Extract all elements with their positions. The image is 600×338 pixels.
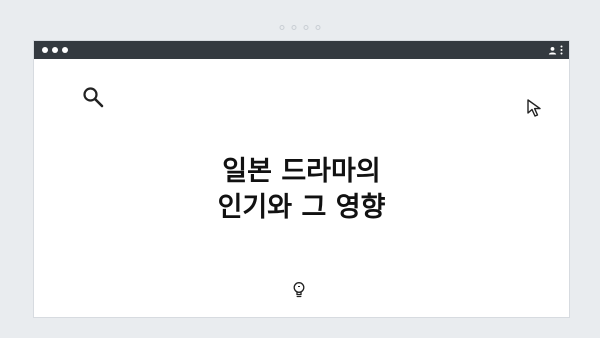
- lightbulb-icon: [293, 282, 305, 298]
- pager-dot[interactable]: [279, 25, 285, 30]
- page-title: 일본 드라마의 인기와 그 영향: [34, 154, 569, 226]
- stage: 일본 드라마의 인기와 그 영향: [0, 0, 600, 338]
- more-vert-icon[interactable]: [560, 45, 563, 55]
- close-dot[interactable]: [42, 47, 48, 53]
- search-icon: [83, 87, 104, 108]
- window-controls: [42, 47, 68, 53]
- browser-window: 일본 드라마의 인기와 그 영향: [33, 40, 570, 318]
- slide-pager: [279, 25, 321, 30]
- window-content: 일본 드라마의 인기와 그 영향: [34, 59, 569, 319]
- pager-dot[interactable]: [303, 25, 309, 30]
- account-icon[interactable]: [548, 46, 557, 55]
- maximize-dot[interactable]: [62, 47, 68, 53]
- titlebar-actions: [548, 41, 563, 59]
- page-title-line-2: 인기와 그 영향: [217, 192, 386, 223]
- cursor-icon: [527, 99, 541, 117]
- pager-dot[interactable]: [315, 25, 321, 30]
- pager-dot[interactable]: [291, 25, 297, 30]
- minimize-dot[interactable]: [52, 47, 58, 53]
- page-title-line-1: 일본 드라마의: [222, 156, 381, 187]
- window-titlebar: [34, 41, 569, 59]
